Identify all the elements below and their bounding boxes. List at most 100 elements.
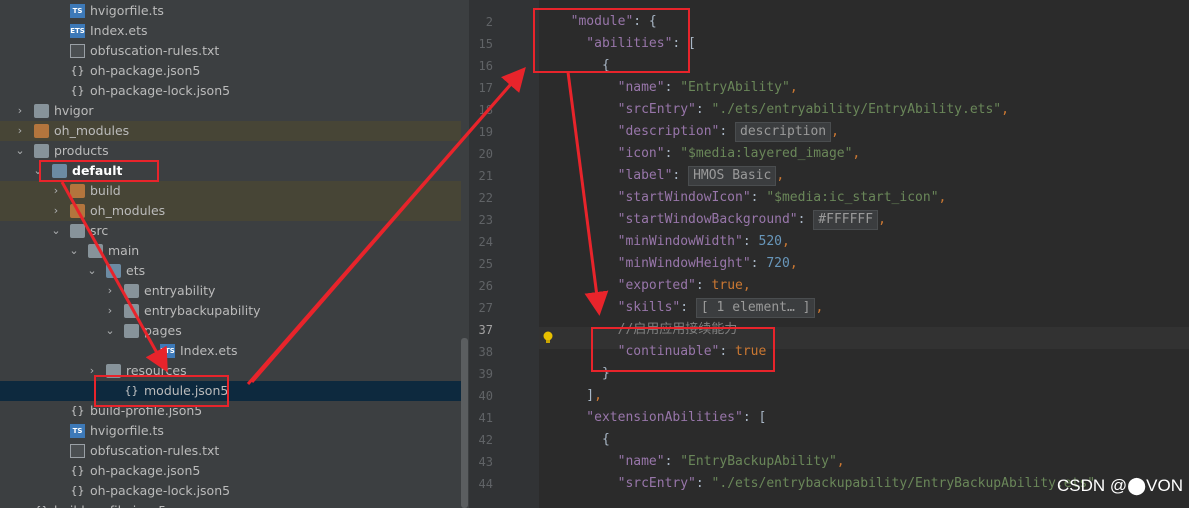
tree-item-label: ets (126, 263, 146, 278)
chevron-right-icon[interactable]: › (104, 301, 116, 321)
code-line[interactable]: "skills": [ 1 element… ], (555, 297, 823, 319)
folded-region[interactable]: #FFFFFF (813, 210, 879, 230)
code-line[interactable]: "extensionAbilities": [ (555, 407, 766, 429)
tree-item[interactable]: › build (0, 181, 461, 201)
code-line[interactable]: //启用应用接续能力 (555, 319, 738, 341)
tree-item[interactable]: {} build-profile.json5 (0, 401, 461, 421)
folded-region[interactable]: description (735, 122, 832, 142)
tree-item[interactable]: › oh_modules (0, 201, 461, 221)
tree-item-label: Index.ets (90, 23, 148, 38)
code-token: "label" (555, 168, 673, 183)
ts-file-icon: TS (70, 424, 85, 438)
tree-item[interactable]: ⌄ pages (0, 321, 461, 341)
folder-icon (34, 104, 49, 118)
text-file-icon (70, 444, 85, 458)
code-line[interactable]: "icon": "$media:layered_image", (555, 143, 861, 165)
code-token: : (695, 476, 712, 491)
code-line[interactable]: } (555, 363, 610, 385)
code-line[interactable]: "srcEntry": "./ets/entryability/EntryAbi… (555, 99, 1009, 121)
code-token: "description" (555, 124, 720, 139)
tree-item-label: build-profile.json5 (90, 403, 203, 418)
tree-scrollbar[interactable] (461, 338, 468, 508)
tree-item[interactable]: TS hvigorfile.ts (0, 421, 461, 441)
code-token: "EntryBackupAbility" (680, 454, 837, 469)
tree-item[interactable]: › entryability (0, 281, 461, 301)
tree-item[interactable]: ⌄ src (0, 221, 461, 241)
chevron-down-icon[interactable]: ⌄ (14, 141, 26, 161)
watermark: CSDN @⬤VON (1056, 476, 1183, 495)
code-line[interactable]: "continuable": true (555, 341, 767, 363)
folder-icon (124, 324, 139, 338)
chevron-right-icon[interactable]: › (14, 101, 26, 121)
chevron-down-icon[interactable]: ⌄ (32, 161, 44, 181)
code-line[interactable]: ], (555, 385, 602, 407)
code-line[interactable]: { (555, 55, 610, 77)
tree-item[interactable]: ⌄ ets (0, 261, 461, 281)
tree-item[interactable]: ETS Index.ets (0, 341, 461, 361)
tree-item[interactable]: {} oh-package-lock.json5 (0, 481, 461, 501)
tree-item[interactable]: {} oh-package.json5 (0, 461, 461, 481)
code-line[interactable]: "srcEntry": "./ets/entrybackupability/En… (555, 473, 1095, 495)
tree-item[interactable]: › oh_modules (0, 121, 461, 141)
tree-item[interactable]: obfuscation-rules.txt (0, 441, 461, 461)
folded-region[interactable]: HMOS Basic (688, 166, 777, 186)
tree-item[interactable]: {} module.json5 (0, 381, 461, 401)
chevron-down-icon[interactable]: ⌄ (104, 321, 116, 341)
tree-item[interactable]: ⌄ products (0, 141, 461, 161)
line-number: 44 (478, 477, 493, 491)
code-line[interactable]: "module": { (555, 11, 657, 33)
code-token: , (789, 80, 798, 95)
code-line[interactable]: "startWindowIcon": "$media:ic_start_icon… (555, 187, 947, 209)
code-line[interactable]: "label": HMOS Basic, (555, 165, 784, 187)
lightbulb-icon[interactable] (543, 331, 553, 345)
line-number: 24 (478, 235, 493, 249)
folder-icon (106, 364, 121, 378)
code-line[interactable]: "description": description, (555, 121, 839, 143)
tree-item[interactable]: {} oh-package.json5 (0, 61, 461, 81)
chevron-down-icon[interactable]: ⌄ (68, 241, 80, 261)
tree-item-label: hvigor (54, 103, 94, 118)
code-line[interactable]: "exported": true, (555, 275, 751, 297)
code-token: //启用应用接续能力 (555, 322, 738, 337)
code-token: : (750, 190, 767, 205)
code-token: : (742, 234, 759, 249)
tree-item[interactable]: › entrybackupability (0, 301, 461, 321)
chevron-right-icon[interactable]: › (50, 181, 62, 201)
line-number: 21 (478, 169, 493, 183)
code-line[interactable]: "name": "EntryAbility", (555, 77, 798, 99)
tree-item-label: products (54, 143, 109, 158)
ts-file-icon: TS (70, 4, 85, 18)
line-number: 39 (478, 367, 493, 381)
tree-item[interactable]: {} build-profile.json5 (0, 501, 461, 508)
tree-item[interactable]: › resources (0, 361, 461, 381)
tree-item-label: oh-package.json5 (90, 463, 201, 478)
chevron-right-icon[interactable]: › (86, 361, 98, 381)
line-number: 27 (478, 301, 493, 315)
tree-item[interactable]: ⌄ default (0, 161, 461, 181)
code-line[interactable]: "name": "EntryBackupAbility", (555, 451, 845, 473)
code-line[interactable]: "startWindowBackground": #FFFFFF, (555, 209, 886, 231)
tree-item[interactable]: ETS Index.ets (0, 21, 461, 41)
code-token: "name" (555, 80, 665, 95)
code-token: ] (555, 388, 595, 403)
folded-region[interactable]: [ 1 element… ] (695, 298, 816, 318)
chevron-right-icon[interactable]: › (104, 281, 116, 301)
code-line[interactable]: "abilities": [ (555, 33, 696, 55)
code-token: "skills" (555, 300, 681, 315)
code-line[interactable]: { (555, 429, 610, 451)
tree-item[interactable]: › hvigor (0, 101, 461, 121)
code-editor[interactable]: 2 "module": {15 "abilities": [16 {17 "na… (469, 0, 1189, 508)
chevron-down-icon[interactable]: ⌄ (50, 221, 62, 241)
code-token: "continuable" (555, 344, 720, 359)
tree-item[interactable]: TS hvigorfile.ts (0, 1, 461, 21)
code-line[interactable]: "minWindowWidth": 520, (555, 231, 790, 253)
tree-item[interactable]: obfuscation-rules.txt (0, 41, 461, 61)
code-line[interactable]: "minWindowHeight": 720, (555, 253, 798, 275)
chevron-right-icon[interactable]: › (14, 121, 26, 141)
tree-item[interactable]: ⌄ main (0, 241, 461, 261)
chevron-down-icon[interactable]: ⌄ (86, 261, 98, 281)
tree-item[interactable]: {} oh-package-lock.json5 (0, 81, 461, 101)
line-number: 25 (478, 257, 493, 271)
code-token: 520 (758, 234, 782, 249)
chevron-right-icon[interactable]: › (50, 201, 62, 221)
